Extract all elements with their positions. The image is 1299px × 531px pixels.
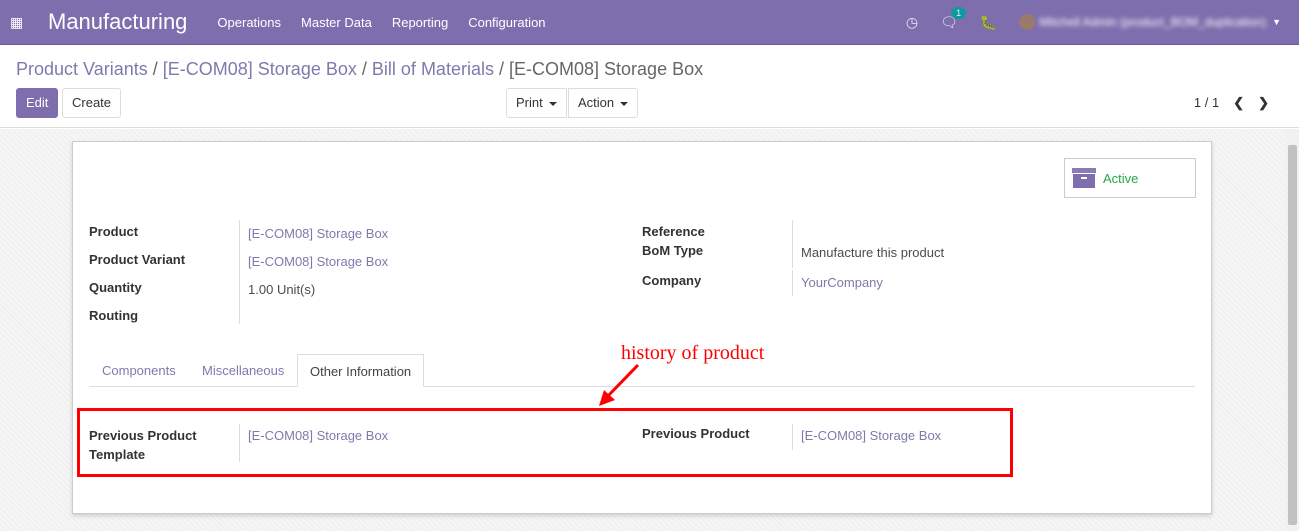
- annotation-text: history of product: [621, 342, 765, 364]
- avatar: [1019, 14, 1036, 30]
- company-field[interactable]: YourCompany: [801, 275, 883, 290]
- divider: [792, 270, 793, 296]
- menu-configuration[interactable]: Configuration: [468, 15, 545, 30]
- app-title: Manufacturing: [48, 9, 188, 34]
- menu-operations[interactable]: Operations: [217, 15, 281, 30]
- chevron-left-icon[interactable]: ❮: [1233, 95, 1244, 111]
- active-label: Active: [1103, 170, 1139, 186]
- field-label: Company: [642, 273, 702, 288]
- breadcrumb: Product Variants / [E-COM08] Storage Box…: [16, 59, 704, 79]
- control-panel: Product Variants / [E-COM08] Storage Box…: [0, 45, 1299, 128]
- print-label: Print: [516, 95, 543, 110]
- scrollbar-thumb[interactable]: [1288, 145, 1297, 525]
- pager-value: 1 / 1: [1193, 95, 1220, 110]
- highlight-box: [77, 408, 1013, 477]
- field-label: BoM Type: [642, 243, 704, 258]
- bug-icon[interactable]: 🐛: [980, 14, 997, 31]
- chat-badge: 1: [951, 6, 967, 19]
- top-navbar: ▦ Manufacturing Operations Master Data R…: [0, 0, 1299, 45]
- quantity-unit: Unit(s): [276, 282, 316, 297]
- field-label: Product Variant: [89, 252, 186, 267]
- edit-button[interactable]: Edit: [16, 88, 59, 118]
- caret-down-icon: [548, 101, 557, 106]
- divider: [792, 220, 793, 268]
- action-label: Action: [578, 95, 615, 110]
- product-field[interactable]: [E-COM08] Storage Box: [248, 226, 388, 241]
- divider: [239, 220, 240, 324]
- quantity-field: 1.00 Unit(s): [248, 282, 315, 297]
- archive-box-icon: [1072, 168, 1096, 188]
- pager: 1 / 1 ❮ ❯: [1194, 95, 1269, 111]
- chevron-right-icon[interactable]: ❯: [1258, 95, 1269, 111]
- bom-type-field: Manufacture this product: [801, 245, 945, 260]
- tab-miscellaneous[interactable]: Miscellaneous: [190, 354, 296, 387]
- field-label: Reference: [642, 224, 705, 239]
- breadcrumb-item[interactable]: Bill of Materials: [372, 59, 494, 79]
- field-label: Routing: [89, 308, 139, 323]
- tab-components[interactable]: Components: [90, 354, 188, 387]
- user-menu[interactable]: Mitchell Admin (product_BOM_duplication)…: [1019, 14, 1281, 30]
- print-button[interactable]: Print: [506, 88, 567, 118]
- breadcrumb-current: [E-COM08] Storage Box: [509, 59, 704, 79]
- quantity-value: 1.00: [248, 282, 274, 297]
- active-toggle-button[interactable]: Active: [1064, 158, 1196, 198]
- caret-down-icon: [620, 101, 629, 106]
- breadcrumb-item[interactable]: Product Variants: [16, 59, 148, 79]
- menu-master-data[interactable]: Master Data: [301, 15, 372, 30]
- chat-icon[interactable]: 🗨 1: [940, 6, 967, 31]
- annotation-arrow-icon: [599, 363, 640, 406]
- chevron-down-icon: ▼: [1272, 17, 1281, 27]
- apps-grid-icon[interactable]: ▦: [10, 14, 40, 31]
- action-button[interactable]: Action: [568, 88, 639, 118]
- menu-reporting[interactable]: Reporting: [392, 15, 448, 30]
- breadcrumb-item[interactable]: [E-COM08] Storage Box: [163, 59, 357, 79]
- clock-icon[interactable]: ◷: [906, 14, 918, 31]
- field-label: Quantity: [89, 280, 142, 295]
- tab-other-information[interactable]: Other Information: [297, 354, 425, 387]
- user-name: Mitchell Admin (product_BOM_duplication): [1039, 15, 1267, 29]
- field-label: Product: [89, 224, 139, 239]
- product-variant-field[interactable]: [E-COM08] Storage Box: [248, 254, 388, 269]
- create-button[interactable]: Create: [62, 88, 122, 118]
